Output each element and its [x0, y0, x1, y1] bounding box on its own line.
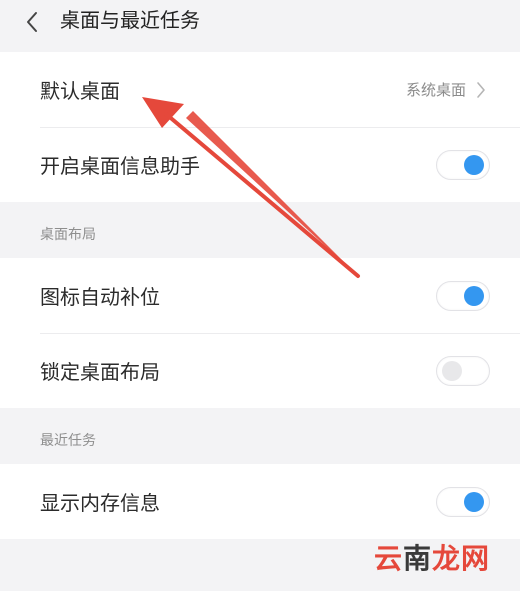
- auto-fill-icons-row: 图标自动补位: [0, 258, 520, 333]
- show-memory-row: 显示内存信息: [0, 464, 520, 539]
- desktop-assistant-row: 开启桌面信息助手: [0, 127, 520, 202]
- show-memory-toggle[interactable]: [436, 486, 490, 517]
- toggle-knob: [442, 360, 462, 381]
- recent-settings-group: 显示内存信息: [0, 464, 520, 539]
- lock-layout-toggle[interactable]: [436, 355, 490, 386]
- toggle-knob: [464, 285, 484, 306]
- default-desktop-row[interactable]: 默认桌面 系统桌面: [0, 52, 520, 127]
- layout-settings-group: 图标自动补位 锁定桌面布局: [0, 258, 520, 408]
- default-desktop-value: 系统桌面: [405, 81, 466, 99]
- default-desktop-label: 默认桌面: [40, 79, 120, 103]
- auto-fill-icons-toggle[interactable]: [436, 280, 490, 311]
- lock-layout-label: 锁定桌面布局: [40, 360, 160, 384]
- toggle-knob: [464, 491, 484, 512]
- general-settings-group: 默认桌面 系统桌面 开启桌面信息助手: [0, 52, 520, 202]
- lock-layout-row: 锁定桌面布局: [0, 333, 520, 408]
- watermark-logo: 云南龙网: [373, 542, 490, 575]
- recent-section-title: 最近任务: [40, 433, 96, 449]
- chevron-left-icon: [27, 12, 37, 32]
- toggle-knob: [464, 154, 484, 175]
- page-title: 桌面与最近任务: [60, 8, 200, 32]
- desktop-assistant-label: 开启桌面信息助手: [40, 154, 200, 178]
- desktop-assistant-toggle[interactable]: [436, 149, 490, 180]
- layout-section-title: 桌面布局: [40, 227, 96, 243]
- back-button[interactable]: [16, 6, 48, 38]
- show-memory-label: 显示内存信息: [40, 491, 160, 515]
- auto-fill-icons-label: 图标自动补位: [40, 285, 160, 309]
- top-bar: 桌面与最近任务: [0, 0, 520, 53]
- chevron-right-icon: [476, 80, 490, 100]
